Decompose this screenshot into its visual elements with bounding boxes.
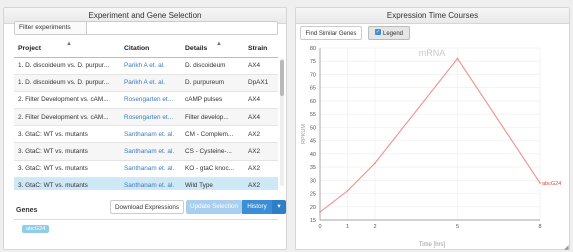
citation-cell[interactable]: Rosengarten et...	[120, 91, 181, 110]
genes-label: Genes	[16, 207, 38, 214]
y-tick-label: 70	[310, 72, 316, 78]
sort-up-icon: ▲	[66, 41, 72, 47]
x-tick-label: 0	[318, 224, 321, 230]
strain-cell: AX2	[244, 160, 278, 178]
y-tick-label: 40	[310, 152, 316, 158]
data-point	[456, 57, 459, 60]
chart-title: mRNA	[419, 48, 446, 58]
project-cell: 3. GtaC: WT vs. mutants	[14, 177, 120, 190]
details-cell: CM - Complem...	[181, 125, 244, 144]
data-point	[539, 182, 541, 184]
strain-cell: AX2	[244, 177, 278, 190]
filter-experiments-input[interactable]: Filter experiments	[14, 21, 278, 35]
x-tick-label: 1	[346, 224, 349, 230]
y-tick-label: 65	[310, 86, 316, 92]
table-scrollbar[interactable]	[280, 58, 284, 186]
strain-cell: DpAX1	[244, 74, 278, 92]
y-tick-label: 25	[310, 192, 316, 198]
citation-cell[interactable]: Parikh A et. al.	[120, 57, 181, 75]
experiments-table: Project ▲ Citation Details ▲ Strain 1. D. …	[14, 40, 278, 190]
citation-cell[interactable]: Parikh A et. al.	[120, 74, 181, 92]
checkbox-checked-icon[interactable]: ✓	[374, 29, 381, 36]
project-cell: 3. GtaC: WT vs. mutants	[14, 142, 120, 161]
y-tick-label: 15	[310, 218, 316, 224]
sort-up-icon: ▲	[216, 41, 222, 47]
column-header-citation[interactable]: Citation	[120, 40, 181, 58]
y-tick-label: 35	[310, 165, 316, 171]
table-row[interactable]: 3. GtaC: WT vs. mutants Santhanam et. al.…	[14, 142, 278, 161]
filter-experiments-label: Filter experiments	[15, 22, 87, 34]
y-tick-label: 60	[310, 99, 316, 105]
resize-handle-icon[interactable]: ◢	[564, 244, 569, 251]
legend-toggle-label: Legend	[382, 31, 404, 37]
citation-cell[interactable]: Santhanam et. al.	[120, 177, 181, 190]
scrollbar-thumb[interactable]	[280, 60, 284, 96]
x-tick-label: 2	[373, 224, 376, 230]
table-row[interactable]: 3. GtaC: WT vs. mutants Santhanam et. al.…	[14, 125, 278, 144]
y-tick-label: 55	[310, 112, 316, 118]
details-cell: cAMP pulses	[181, 91, 244, 110]
column-header-details[interactable]: Details ▲	[181, 40, 244, 58]
gene-tag[interactable]: abcG24	[22, 225, 50, 233]
update-selection-button[interactable]: Update Selection	[186, 200, 242, 214]
strain-cell: AX2	[244, 142, 278, 161]
y-tick-label: 50	[310, 125, 316, 131]
strain-cell: AX4	[244, 108, 278, 127]
strain-cell: AX2	[244, 125, 278, 144]
table-row[interactable]: 3. GtaC: WT vs. mutants Santhanam et. al.…	[14, 160, 278, 178]
table-header-row: Project ▲ Citation Details ▲ Strain	[14, 40, 278, 58]
x-tick-label: 5	[456, 224, 459, 230]
details-cell: KO - gtaC knoc...	[181, 160, 244, 178]
project-cell: 2. Filter Development vs. cAM...	[14, 91, 120, 110]
y-tick-label: 30	[310, 178, 316, 184]
project-cell: 3. GtaC: WT vs. mutants	[14, 125, 120, 144]
citation-cell[interactable]: Santhanam et. al.	[120, 142, 181, 161]
data-point	[374, 162, 376, 165]
project-cell: 3. GtaC: WT vs. mutants	[14, 160, 120, 178]
y-axis-label: RPKUM	[301, 124, 307, 144]
details-cell: Filter develop...	[181, 108, 244, 127]
data-point	[346, 189, 349, 192]
details-cell: Wild Type	[181, 177, 244, 190]
table-row[interactable]: 2. Filter Development vs. cAM... Rosengar…	[14, 91, 278, 110]
x-tick-label: 8	[538, 224, 541, 230]
citation-cell[interactable]: Rosengarten et...	[120, 108, 181, 127]
project-cell: 1. D. discoideum vs. D. purpur...	[14, 74, 120, 92]
x-axis-label: Time [hrs]	[419, 242, 446, 248]
table-row[interactable]: 3. GtaC: WT vs. mutants Santhanam et. al.…	[14, 177, 278, 190]
find-similar-genes-button[interactable]: Find Similar Genes	[300, 26, 362, 40]
legend-entry[interactable]: abcG24	[542, 181, 561, 187]
column-header-strain[interactable]: Strain	[244, 40, 278, 58]
citation-cell[interactable]: Santhanam et. al.	[120, 160, 181, 178]
y-tick-label: 75	[310, 59, 316, 65]
project-cell: 1. D. discoideum vs. D. purpur...	[14, 57, 120, 75]
details-cell: D. discoideum	[181, 57, 244, 75]
table-row[interactable]: 1. D. discoideum vs. D. purpur... Parikh …	[14, 74, 278, 92]
y-tick-label: 20	[310, 205, 316, 211]
download-expressions-button[interactable]: Download Expressions	[110, 200, 184, 214]
divider	[14, 219, 278, 220]
legend-toggle-button[interactable]: ✓ Legend	[368, 26, 410, 40]
citation-cell[interactable]: Santhanam et. al.	[120, 125, 181, 144]
project-cell: 2. Filter Development vs. cAM...	[14, 108, 120, 127]
table-row[interactable]: 2. Filter Development vs. cAM... Rosengar…	[14, 108, 278, 127]
expression-chart: 15202530354045505560657075800 1 2 5 8mRNATim…	[301, 46, 561, 248]
panel-title: Expression Time Courses	[296, 8, 569, 24]
column-header-project[interactable]: Project ▲	[14, 40, 120, 58]
history-button[interactable]: History	[242, 200, 272, 214]
history-dropdown-caret-icon[interactable]: ▾	[272, 200, 286, 214]
details-cell: D. purpureum	[181, 74, 244, 92]
y-tick-label: 45	[310, 139, 316, 145]
data-point	[319, 211, 321, 213]
table-row[interactable]: 1. D. discoideum vs. D. purpur... Parikh …	[14, 57, 278, 75]
y-tick-label: 80	[310, 46, 316, 52]
series-line	[319, 57, 541, 213]
strain-cell: AX4	[244, 91, 278, 110]
strain-cell: AX4	[244, 57, 278, 75]
details-cell: CS - Cysteine-...	[181, 142, 244, 161]
